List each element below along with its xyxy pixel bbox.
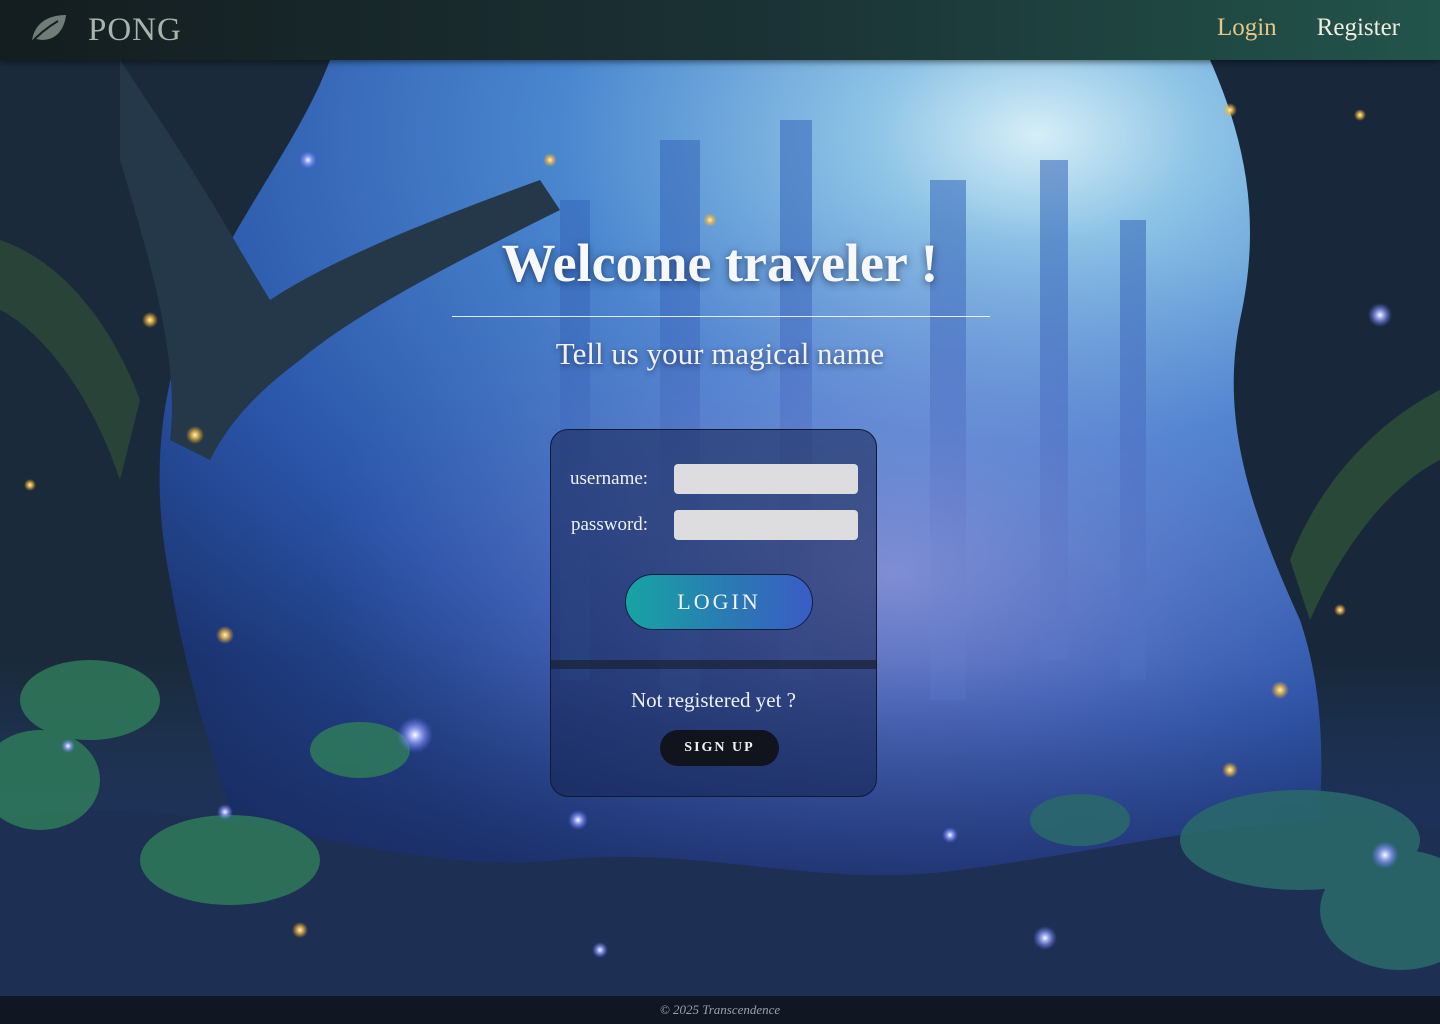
brand-name: PONG — [88, 11, 182, 48]
username-input[interactable] — [674, 464, 858, 494]
leaf-icon — [28, 11, 68, 49]
nav-login-link[interactable]: Login — [1217, 14, 1277, 42]
not-registered-text: Not registered yet ? — [630, 688, 797, 712]
username-label: username: — [570, 468, 649, 489]
welcome-subtitle: Tell us your magical name — [555, 336, 885, 371]
welcome-title: Welcome traveler ! — [501, 233, 939, 293]
password-input[interactable] — [674, 510, 858, 540]
signup-button[interactable]: SIGN UP — [660, 730, 779, 766]
footer-copyright: © 2025 Transcendence — [659, 1002, 781, 1017]
password-label: password: — [571, 514, 649, 535]
login-card: username: password: LOGIN Not registered… — [550, 429, 877, 797]
title-divider — [452, 316, 990, 317]
nav-links: Login Register — [1217, 14, 1400, 42]
footer: © 2025 Transcendence — [0, 996, 1440, 1024]
card-divider — [551, 660, 876, 669]
nav-register-link[interactable]: Register — [1317, 14, 1400, 42]
top-navbar: PONG Login Register — [0, 0, 1440, 60]
brand[interactable]: PONG — [28, 12, 182, 48]
login-button[interactable]: LOGIN — [625, 574, 813, 630]
